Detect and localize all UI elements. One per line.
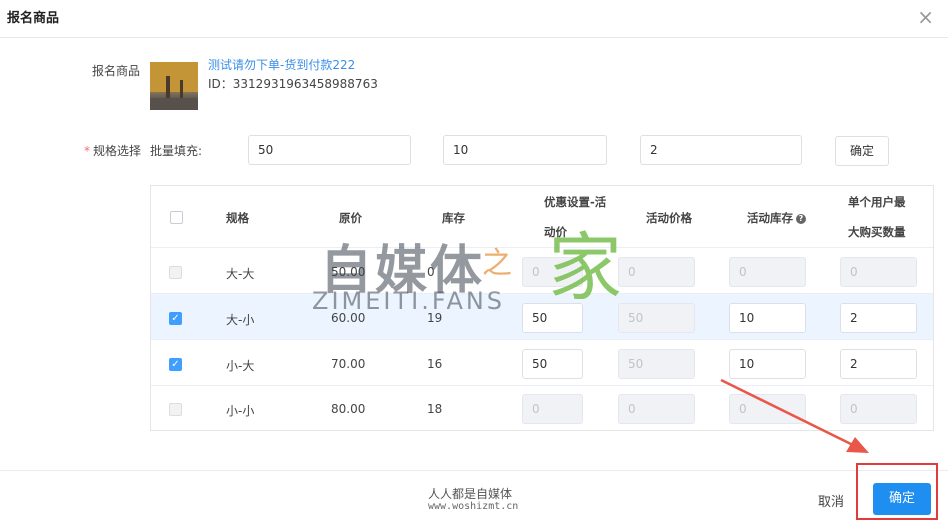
annotation-arrow-icon: [720, 378, 869, 453]
